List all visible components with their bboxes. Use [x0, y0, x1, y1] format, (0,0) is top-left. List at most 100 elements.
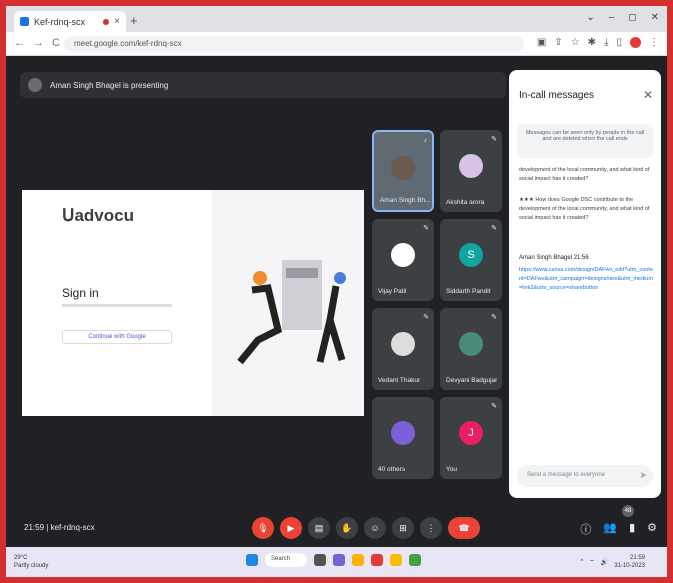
meeting-code: kef-rdnq-scx — [50, 523, 95, 532]
send-icon[interactable]: ➤ — [639, 470, 647, 481]
close-chat-icon[interactable]: ✕ — [643, 88, 653, 102]
participant-name: Devyani Badgujar — [446, 377, 498, 384]
taskbar-time: 21:59 — [629, 555, 645, 561]
mic-off-icon: ✎ — [491, 403, 497, 410]
chat-info-note: Messages can be seen only by people in t… — [517, 124, 653, 158]
participant-avatar — [391, 332, 415, 356]
browser-tab[interactable]: Kef-rdnq-scx × — [14, 11, 126, 32]
share-icon[interactable]: ⇪ — [554, 37, 562, 48]
call-controls: 🎙 ▶ ▤ ✋ ☺ ⊞ ⋮ ☎ — [252, 517, 480, 539]
participant-avatar — [391, 156, 415, 180]
back-icon[interactable]: ← — [14, 37, 25, 49]
camera-toggle-button[interactable]: ▶ — [280, 517, 302, 539]
chat-message: development of the local community, and … — [519, 167, 650, 182]
advocu-logo: ᑌadvocu — [62, 206, 134, 226]
forward-icon[interactable]: → — [33, 37, 44, 49]
teams-icon[interactable] — [333, 554, 345, 566]
weather-temp: 29°C — [14, 555, 28, 561]
people-icon[interactable]: 👥 — [603, 521, 617, 537]
camera-icon[interactable]: ▣ — [537, 37, 546, 48]
close-window-button[interactable]: ✕ — [651, 12, 659, 23]
chat-message: ★★★ How does Google DSC contribute to th… — [519, 196, 653, 223]
leave-call-button[interactable]: ☎ — [448, 517, 480, 539]
signin-heading: Sign in — [62, 286, 99, 300]
screen: Kef-rdnq-scx × + ⌄ – ◻ ✕ ← → C meet.goog… — [6, 6, 667, 577]
app-icon[interactable] — [371, 554, 383, 566]
task-view-icon[interactable] — [314, 554, 326, 566]
window-controls: ⌄ – ◻ ✕ — [586, 12, 659, 23]
participant-tile[interactable]: ✎ Akshita arora — [440, 130, 502, 212]
new-tab-button[interactable]: + — [130, 13, 138, 28]
present-button[interactable]: ⊞ — [392, 517, 414, 539]
others-avatars — [391, 421, 415, 445]
tab-search-icon[interactable]: ⌄ — [586, 12, 594, 23]
app-icon[interactable] — [409, 554, 421, 566]
participant-name: Aman Singh Bh... — [380, 197, 431, 204]
chat-icon[interactable]: ▮ — [629, 521, 635, 537]
taskbar-search[interactable]: Search — [265, 553, 307, 567]
emoji-reaction-button[interactable]: ☺ — [364, 517, 386, 539]
participant-name: Akshita arora — [446, 199, 485, 206]
taskbar-apps: Search — [246, 553, 421, 567]
chat-title: In-call messages — [519, 90, 595, 101]
maximize-button[interactable]: ◻ — [628, 12, 636, 23]
mic-toggle-button[interactable]: 🎙 — [252, 517, 274, 539]
participant-tile[interactable]: S ✎ Siddarth Pandit — [440, 219, 502, 301]
chat-panel: In-call messages ✕ Messages can be seen … — [509, 70, 661, 498]
mic-off-icon: ✎ — [491, 225, 497, 232]
captions-button[interactable]: ▤ — [308, 517, 330, 539]
self-avatar: J — [459, 421, 483, 445]
sidepanel-icon[interactable]: ▯ — [616, 37, 622, 48]
close-tab-icon[interactable]: × — [114, 16, 120, 27]
bookmark-star-icon[interactable]: ☆ — [571, 37, 580, 48]
chat-sender: Aman Singh Bhagel 21:56 — [519, 254, 653, 263]
activities-icon[interactable]: ⚙ — [647, 521, 657, 537]
wifi-icon[interactable]: ⌔ — [589, 558, 595, 566]
menu-icon[interactable]: ⋮ — [649, 37, 659, 48]
chat-link[interactable]: https://www.canva.com/design/DAFwv_edit?… — [519, 266, 653, 293]
participant-name: Siddarth Pandit — [446, 288, 491, 295]
emoji-icon: ★★★ — [519, 197, 536, 203]
meet-controls-bar: 21:59 | kef-rdnq-scx 🎙 ▶ ▤ ✋ ☺ ⊞ ⋮ ☎ ⓘ 👥… — [6, 511, 667, 545]
download-icon[interactable]: ⤓ — [604, 37, 608, 48]
participant-avatar — [459, 154, 483, 178]
participant-tile[interactable]: ✎ Devyani Badgujar — [440, 308, 502, 390]
weather-desc: Partly cloudy — [14, 563, 49, 569]
presenter-avatar — [28, 78, 42, 92]
more-options-button[interactable]: ⋮ — [420, 517, 442, 539]
chat-message-text: How does Google DSC contribute to the de… — [519, 197, 650, 221]
taskbar-clock[interactable]: 21:59 31-10-2023 — [614, 554, 645, 570]
raise-hand-button[interactable]: ✋ — [336, 517, 358, 539]
chat-input[interactable]: Send a message to everyone — [517, 465, 653, 487]
weather-widget[interactable]: 29°C Partly cloudy — [14, 554, 48, 570]
tray-chevron-icon[interactable]: ^ — [580, 559, 583, 565]
profile-avatar[interactable] — [630, 37, 641, 48]
url-field[interactable]: meet.google.com/kef-rdnq-scx — [64, 36, 524, 52]
others-tile[interactable]: 40 others — [372, 397, 434, 479]
start-icon[interactable] — [246, 554, 258, 566]
extensions-icon[interactable]: ✱ — [588, 37, 596, 48]
self-name: You — [446, 466, 457, 473]
system-tray: ^ ⌔ 🔊 21:59 31-10-2023 — [580, 554, 645, 570]
chrome-icon[interactable] — [390, 554, 402, 566]
taskbar-date: 31-10-2023 — [614, 563, 645, 569]
meet-favicon-icon — [20, 17, 29, 26]
speaking-icon: ♪ — [423, 137, 428, 144]
others-count: 40 others — [378, 466, 406, 473]
presenter-text: Aman Singh Bhagel is presenting — [50, 80, 169, 90]
recording-icon — [103, 18, 110, 25]
tab-title: Kef-rdnq-scx — [34, 16, 86, 27]
browser-toolbar: ▣ ⇪ ☆ ✱ ⤓ ▯ ⋮ — [537, 37, 659, 48]
volume-icon[interactable]: 🔊 — [601, 559, 608, 566]
file-explorer-icon[interactable] — [352, 554, 364, 566]
participant-tile[interactable]: ✎ Vijay Patil — [372, 219, 434, 301]
info-icon[interactable]: ⓘ — [580, 521, 591, 537]
participant-tile[interactable]: ✎ Vedant Thakur — [372, 308, 434, 390]
self-tile[interactable]: J ✎ You — [440, 397, 502, 479]
address-bar: ← → C meet.google.com/kef-rdnq-scx ▣ ⇪ ☆… — [6, 32, 667, 56]
minimize-button[interactable]: – — [609, 12, 615, 23]
reload-icon[interactable]: C — [52, 37, 60, 49]
signin-subtext — [62, 304, 172, 307]
participant-tile[interactable]: ♪ Aman Singh Bh... — [372, 130, 434, 212]
browser-tabbar: Kef-rdnq-scx × + ⌄ – ◻ ✕ — [6, 6, 667, 32]
